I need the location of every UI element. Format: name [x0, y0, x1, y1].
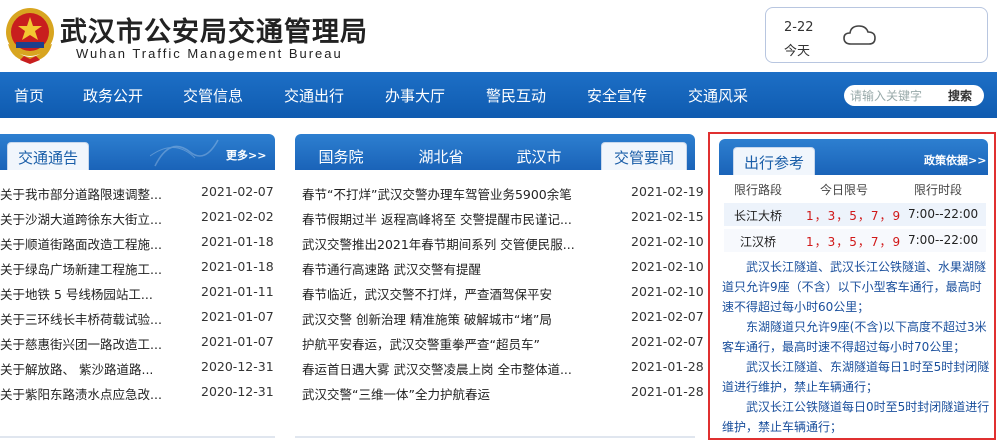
cloud-icon — [843, 25, 876, 45]
note-paragraph: 东湖隧道只允许9座(不含)以下高度不超过3米客车通行，最高时速不得超过每小时70… — [722, 320, 987, 354]
search-box: 搜索 — [844, 85, 984, 106]
news-panel-footer — [295, 432, 695, 438]
nav-item-service-hall[interactable]: 办事大厅 — [385, 85, 445, 106]
nav-item-police-interaction[interactable]: 警民互动 — [486, 85, 546, 106]
site-title: 武汉市公安局交通管理局 — [60, 17, 368, 48]
note-paragraph: 武汉长江隧道、武汉长江公铁隧道、水果湖隧道只允许9座（不含）以下小型客车通行，最… — [722, 260, 987, 314]
table-header-row: 限行路段 今日限号 限行时段 — [724, 177, 986, 200]
table-row: 长江大桥 1，3，5，7，9 7:00--22:00 — [724, 203, 986, 226]
weather-today-label: 今天 — [784, 44, 811, 59]
notice-panel: 交通通告 更多>> 关于我市部分道路限速调整... 2021-02-07 关于沙湖… — [0, 134, 275, 440]
nav-item-travel[interactable]: 交通出行 — [284, 85, 344, 106]
tab-traffic-notice[interactable]: 交通通告 — [7, 142, 89, 170]
table-row: 江汉桥 1，3，5，7，9 7:00--22:00 — [724, 229, 986, 252]
weather-widget: 2-22 今天 — [765, 7, 988, 63]
nav-item-home[interactable]: 首页 — [14, 85, 44, 106]
news-panel-header: 国务院 湖北省 武汉市 交管要闻 — [295, 134, 695, 170]
travel-reference-panel: 出行参考 政策依据>> 限行路段 今日限号 限行时段 长江大桥 1，3，5，7，… — [708, 132, 996, 440]
tab-state-council[interactable]: 国务院 — [305, 142, 377, 170]
note-paragraph: 武汉长江公铁隧道每日0时至5时封闭隧道进行维护，禁止车辆通行； — [722, 400, 990, 434]
nav-item-traffic-info[interactable]: 交管信息 — [183, 85, 243, 106]
notice-more-link[interactable]: 更多>> — [226, 147, 266, 163]
note-paragraph: 武汉长江隧道、东湖隧道每日1时至5时封闭隧道进行维护，禁止车辆通行； — [722, 360, 990, 394]
news-panel: 国务院 湖北省 武汉市 交管要闻 春节“不打烊”武汉交警办理车驾管业务5900余… — [295, 134, 704, 440]
tab-traffic-news[interactable]: 交管要闻 — [601, 142, 687, 170]
weather-date: 2-22 — [784, 20, 814, 35]
policy-basis-link[interactable]: 政策依据>> — [924, 152, 986, 168]
tab-wuhan[interactable]: 武汉市 — [503, 142, 575, 170]
restriction-notes: 武汉长江隧道、武汉长江公铁隧道、水果湖隧道只允许9座（不含）以下小型客车通行，最… — [722, 257, 990, 437]
site-subtitle: Wuhan Traffic Management Bureau — [76, 46, 343, 61]
police-emblem-icon — [6, 8, 54, 64]
decorative-pattern-icon — [150, 139, 219, 167]
tab-travel-reference[interactable]: 出行参考 — [733, 147, 815, 175]
site-header: 武汉市公安局交通管理局 Wuhan Traffic Management Bur… — [0, 0, 997, 70]
travel-panel-header: 出行参考 政策依据>> — [719, 139, 988, 175]
nav-item-government-affairs[interactable]: 政务公开 — [83, 85, 143, 106]
notice-panel-header: 交通通告 更多>> — [0, 134, 275, 170]
tab-hubei[interactable]: 湖北省 — [405, 142, 477, 170]
search-button[interactable]: 搜索 — [948, 87, 972, 104]
notice-panel-footer — [0, 432, 275, 438]
search-input[interactable] — [850, 87, 948, 104]
nav-item-traffic-style[interactable]: 交通风采 — [688, 85, 748, 106]
nav-item-safety-publicity[interactable]: 安全宣传 — [587, 85, 647, 106]
